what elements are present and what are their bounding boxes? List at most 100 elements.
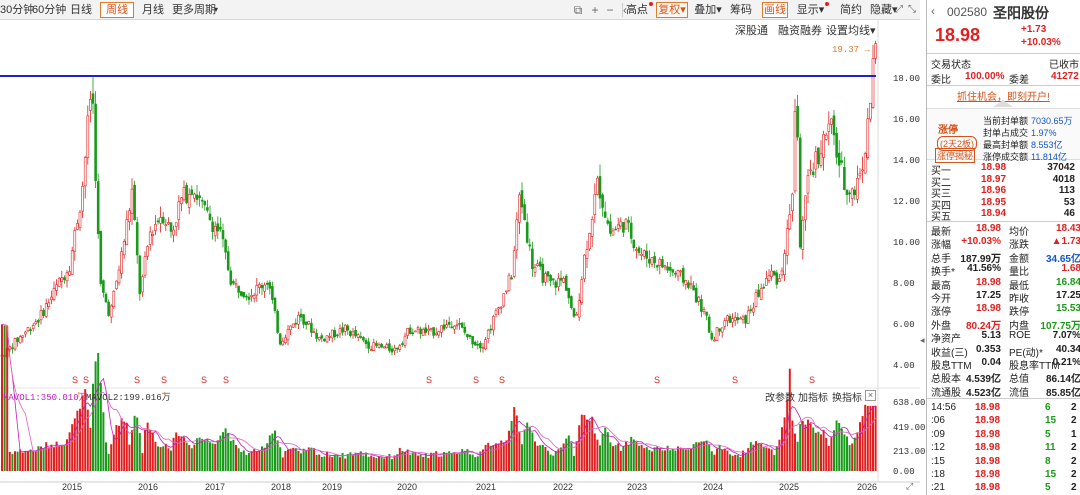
- chevron-down-icon[interactable]: ▾: [212, 2, 220, 18]
- candle-body: [107, 301, 110, 316]
- volume-bar: [674, 450, 677, 471]
- candle-body: [544, 273, 547, 283]
- volume-bar: [422, 456, 425, 471]
- collapse-icon[interactable]: ⤡: [905, 2, 919, 18]
- volume-bar: [42, 447, 45, 471]
- volume-bar: [601, 433, 604, 471]
- candle-body: [177, 201, 181, 220]
- candle-body: [653, 256, 656, 264]
- candle-body: [307, 321, 311, 325]
- dividend-marker: S: [72, 375, 78, 385]
- stat-row: 最新 18.98 均价 18.43: [931, 223, 1080, 238]
- candle-body: [11, 347, 14, 350]
- candle-body: [330, 329, 334, 339]
- candle-body: [804, 195, 807, 221]
- candle-body: [531, 248, 534, 269]
- more-periods-button[interactable]: 更多周期: [172, 2, 216, 18]
- overlay-button[interactable]: 叠加▾: [694, 2, 722, 18]
- volume-bar: [632, 439, 635, 471]
- simple-button[interactable]: 简约: [840, 2, 862, 18]
- volume-bar: [123, 421, 126, 471]
- candle-body: [601, 194, 604, 208]
- candle-body: [694, 287, 698, 303]
- close-icon[interactable]: ×: [865, 390, 876, 401]
- volume-bar: [458, 453, 461, 471]
- candle-body: [819, 153, 823, 166]
- volume-bar: [393, 455, 396, 471]
- period-30min-button[interactable]: 30分钟: [0, 2, 34, 18]
- kline-chart[interactable]: SSSSSSSSSSSS: [0, 20, 920, 495]
- volume-bar: [604, 427, 607, 471]
- high-point-button[interactable]: 高点: [626, 2, 653, 18]
- limit-up-reveal-button[interactable]: 涨停揭秘: [935, 148, 976, 163]
- volume-bar: [193, 444, 196, 471]
- candle-body: [525, 222, 529, 243]
- volume-bar: [242, 450, 245, 471]
- candle-body: [720, 327, 724, 333]
- volume-bar: [508, 430, 510, 471]
- volume-bar: [510, 420, 513, 471]
- modify-params-link[interactable]: 改参数: [765, 389, 795, 404]
- period-month-button[interactable]: 月线: [140, 2, 166, 18]
- plus-icon[interactable]: +: [588, 2, 602, 18]
- adjust-button[interactable]: 复权▾: [656, 2, 688, 18]
- candle-body: [26, 327, 30, 332]
- volume-bar: [521, 444, 523, 471]
- volume-bar: [398, 447, 401, 471]
- volume-bar: [580, 414, 583, 471]
- period-60min-button[interactable]: 60分钟: [32, 2, 66, 18]
- draw-line-button[interactable]: 画线: [762, 2, 788, 18]
- candle-body: [156, 220, 160, 223]
- candle-body: [853, 189, 857, 196]
- volume-bar: [357, 453, 360, 471]
- minus-icon[interactable]: −: [603, 2, 617, 18]
- stat-row: 收益(三) 0.353 PE(动)* 40.34: [931, 343, 1080, 359]
- volume-bar: [606, 432, 609, 471]
- candle-body: [518, 194, 521, 223]
- candle-body: [213, 225, 217, 237]
- candle-body: [421, 329, 425, 336]
- volume-bar: [453, 452, 456, 471]
- volume-bar: [827, 445, 830, 471]
- collapse-panel-icon[interactable]: ◂: [920, 335, 925, 346]
- candle-body: [687, 282, 690, 288]
- period-day-button[interactable]: 日线: [68, 2, 94, 18]
- display-button[interactable]: 显示▾: [796, 2, 830, 18]
- expand-icon[interactable]: ⤢: [906, 481, 913, 492]
- back-icon[interactable]: ‹: [931, 4, 935, 18]
- volume-bar: [492, 445, 495, 471]
- stat-row: 流通股 4.523亿 流值 85.85亿: [931, 387, 1080, 399]
- expand-arrow-icon[interactable]: [993, 100, 1013, 107]
- candle-body: [536, 263, 539, 267]
- year-label: 2019: [322, 482, 343, 492]
- volume-bar: [583, 415, 586, 471]
- candle-body: [112, 290, 116, 307]
- candle-body: [385, 344, 389, 349]
- volume-bar: [783, 417, 786, 471]
- volume-bar: [274, 430, 276, 471]
- copy-icon[interactable]: ⧉: [571, 2, 585, 18]
- switch-indicator-link[interactable]: 换指标: [832, 389, 862, 404]
- volume-bar: [11, 454, 14, 471]
- volume-bar: [567, 435, 570, 471]
- volume-bar: [723, 448, 726, 471]
- candle-body: [848, 192, 851, 195]
- candle-body: [362, 337, 365, 341]
- candle-body: [148, 231, 152, 245]
- candle-body: [133, 184, 136, 220]
- candle-body: [268, 282, 272, 289]
- candle-body: [401, 343, 404, 345]
- period-week-button[interactable]: 周线: [100, 2, 134, 18]
- candle-body: [141, 276, 144, 293]
- add-indicator-link[interactable]: 加指标: [798, 389, 828, 404]
- volume-bar: [289, 448, 292, 471]
- volume-bar: [271, 433, 274, 471]
- candle-body: [505, 290, 508, 293]
- chips-button[interactable]: 筹码: [730, 2, 752, 18]
- candle-body: [515, 219, 519, 251]
- candle-body: [619, 221, 623, 227]
- quote-panel: ‹ 002580 圣阳股份 18.98 +1.73 +10.03% 交易状态 已…: [926, 0, 1080, 495]
- restore-icon[interactable]: ⤢: [892, 2, 906, 18]
- candle-body: [830, 118, 833, 125]
- candle-body: [52, 287, 56, 300]
